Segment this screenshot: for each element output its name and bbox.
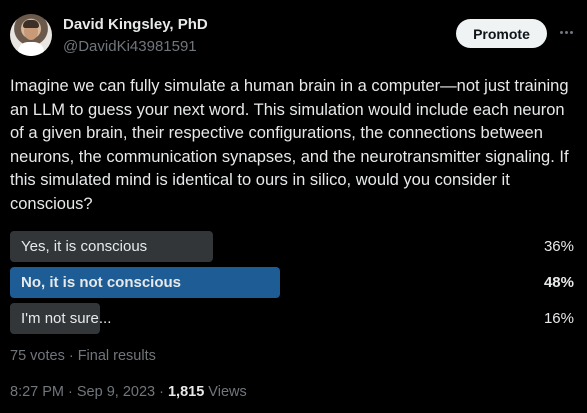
poll-option-percent: 16% [543,310,574,327]
poll-option-percent: 48% [543,274,574,291]
poll-option[interactable]: Yes, it is conscious 36% [10,231,576,262]
views-label: Views [204,384,247,400]
views-count: 1,815 [167,384,205,400]
author-name[interactable]: David Kingsley, PhD [63,16,208,33]
poll-option-label: No, it is not conscious [21,274,182,291]
poll: Yes, it is conscious 36% No, it is not c… [10,231,576,339]
poll-results-meta: 75 votes · Final results [10,348,156,364]
avatar-hair [23,20,39,28]
author-handle[interactable]: @DavidKi43981591 [63,38,197,55]
tweet-time[interactable]: 8:27 PM · Sep 9, 2023 · [10,384,168,400]
poll-option-label: Yes, it is conscious [21,238,148,255]
poll-option[interactable]: No, it is not conscious 48% [10,267,576,298]
poll-option[interactable]: I'm not sure... 16% [10,303,576,334]
author-avatar[interactable] [10,14,52,56]
promote-button[interactable]: Promote [456,19,547,48]
avatar-shirt [18,42,44,56]
more-dot [564,30,568,34]
poll-option-label: I'm not sure... [21,310,112,327]
more-horizontal-icon[interactable] [556,24,576,40]
more-dot [559,30,563,34]
more-dot [569,30,573,34]
poll-option-percent: 36% [543,238,574,255]
tweet-timestamp[interactable]: 8:27 PM · Sep 9, 2023 · 1,815 Views [10,384,247,400]
tweet-text: Imagine we can fully simulate a human br… [10,77,569,213]
